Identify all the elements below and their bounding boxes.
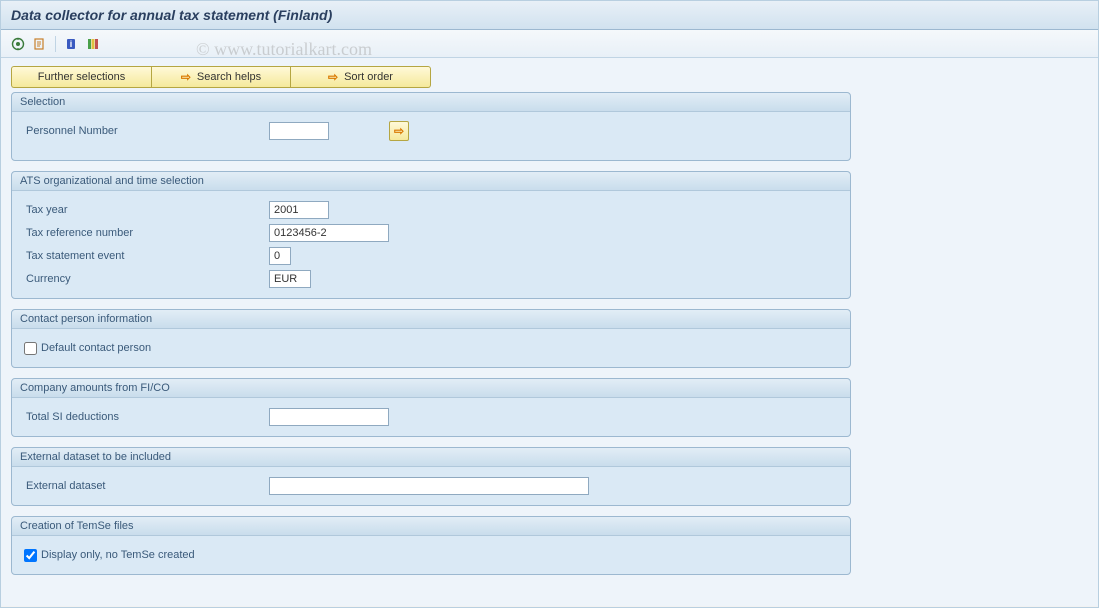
tax-event-label: Tax statement event [24,250,269,262]
section-external: External dataset to be included External… [11,447,851,506]
search-helps-label: Search helps [197,71,261,83]
section-company: Company amounts from FI/CO Total SI dedu… [11,378,851,437]
display-only-label: Display only, no TemSe created [41,549,195,561]
sort-order-button[interactable]: ⇨ Sort order [291,66,431,88]
page-title: Data collector for annual tax statement … [1,1,1098,30]
further-selections-button[interactable]: Further selections [11,66,151,88]
arrow-right-icon: ⇨ [181,70,191,84]
total-si-input[interactable] [269,408,389,426]
application-toolbar: i [1,30,1098,58]
section-header: Creation of TemSe files [12,517,850,536]
tax-event-input[interactable] [269,247,291,265]
sort-order-label: Sort order [344,71,393,83]
personnel-number-label: Personnel Number [24,125,269,137]
total-si-label: Total SI deductions [24,411,269,423]
default-contact-label: Default contact person [41,342,151,354]
section-header: Contact person information [12,310,850,329]
section-header: External dataset to be included [12,448,850,467]
arrow-right-icon: ⇨ [328,70,338,84]
info-icon[interactable]: i [62,35,80,53]
multiple-selection-button[interactable]: ⇨ [389,121,409,141]
section-header: Company amounts from FI/CO [12,379,850,398]
variant-get-icon[interactable] [31,35,49,53]
tax-ref-label: Tax reference number [24,227,269,239]
section-header: Selection [12,93,850,112]
section-ats: ATS organizational and time selection Ta… [11,171,851,299]
section-contact: Contact person information Default conta… [11,309,851,368]
section-header: ATS organizational and time selection [12,172,850,191]
tax-year-label: Tax year [24,204,269,216]
tax-year-input[interactable] [269,201,329,219]
tax-ref-input[interactable] [269,224,389,242]
search-helps-button[interactable]: ⇨ Search helps [151,66,291,88]
layout-icon[interactable] [84,35,102,53]
main-content: Further selections ⇨ Search helps ⇨ Sort… [1,58,1098,606]
external-dataset-input[interactable] [269,477,589,495]
section-selection: Selection Personnel Number ⇨ [11,92,851,161]
arrow-right-icon: ⇨ [394,124,404,138]
execute-icon[interactable] [9,35,27,53]
section-temse: Creation of TemSe files Display only, no… [11,516,851,575]
toolbar-separator [55,36,56,52]
further-selections-label: Further selections [38,71,125,83]
selection-button-row: Further selections ⇨ Search helps ⇨ Sort… [11,66,1088,88]
currency-input[interactable] [269,270,311,288]
personnel-number-input[interactable] [269,122,329,140]
default-contact-checkbox[interactable] [24,342,37,355]
svg-text:i: i [70,39,73,49]
external-dataset-label: External dataset [24,480,269,492]
currency-label: Currency [24,273,269,285]
display-only-checkbox[interactable] [24,549,37,562]
